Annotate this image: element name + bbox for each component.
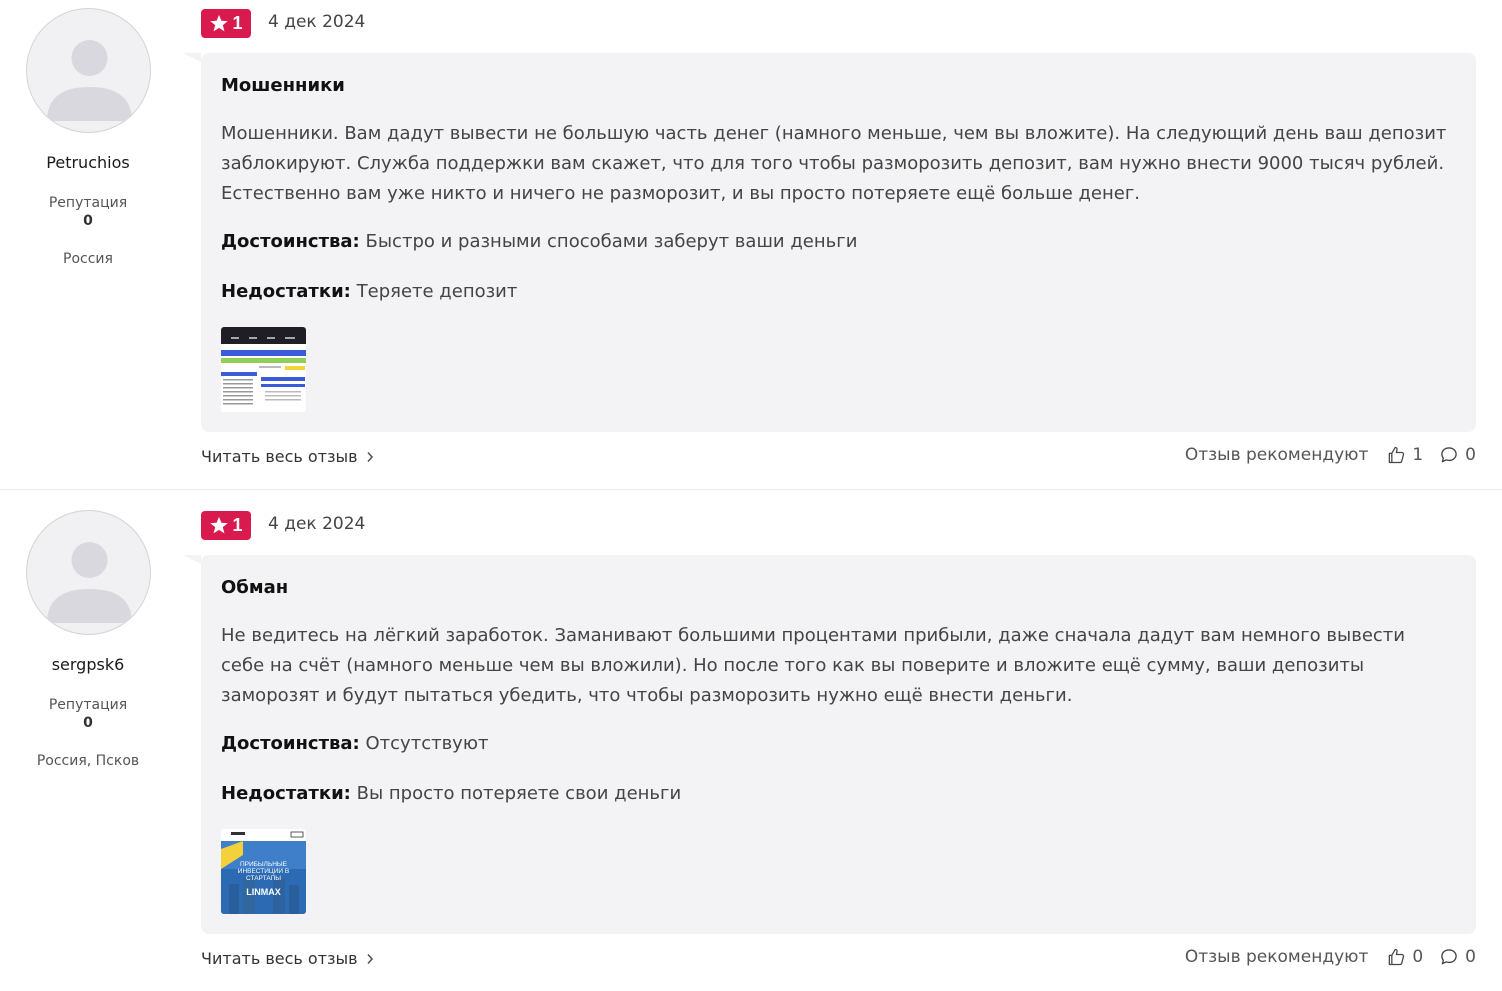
chevron-right-icon: [366, 953, 373, 964]
review-pros: Достоинства: Отсутствуют: [221, 733, 488, 754]
read-more-label: Читать весь отзыв: [201, 447, 358, 466]
pros-label: Достоинства:: [221, 733, 360, 754]
pros-text: Быстро и разными способами заберут ваши …: [365, 231, 858, 252]
avatar[interactable]: [26, 510, 151, 635]
rating-value: 1: [232, 515, 243, 535]
thumbs-up-icon[interactable]: [1386, 947, 1406, 967]
reputation-value: 0: [83, 715, 93, 731]
advert-brand: LINMAX: [246, 887, 281, 897]
review-pros: Достоинства: Быстро и разными способами …: [221, 231, 857, 252]
author-location: Россия, Псков: [36, 753, 140, 769]
star-icon: [210, 14, 229, 32]
recommend-label: Отзыв рекомендуют: [1184, 445, 1369, 465]
reputation-label: Репутация: [48, 195, 128, 211]
review-cons: Недостатки: Теряете депозит: [221, 281, 517, 302]
comment-icon[interactable]: [1439, 947, 1459, 967]
review-text: Не ведитесь на лёгкий заработок. Заманив…: [221, 625, 1405, 706]
comments-count: 0: [1465, 445, 1476, 465]
cons-label: Недостатки:: [221, 783, 351, 804]
pros-label: Достоинства:: [221, 231, 360, 252]
cons-text: Вы просто потеряете свои деньги: [356, 783, 682, 804]
likes-count: 0: [1412, 947, 1424, 967]
review-card: Мошенники Мошенники. Вам дадут вывести н…: [183, 53, 1476, 432]
user-placeholder-icon: [47, 542, 132, 623]
review-card: Обман Не ведитесь на лёгкий заработок. З…: [183, 555, 1476, 934]
review-item: Petruchios Репутация 0 Россия 1 4 дек 20…: [0, 0, 1502, 489]
review-actions: Отзыв рекомендуют 0 0: [1185, 947, 1476, 967]
review-title[interactable]: Обман: [221, 577, 288, 598]
user-placeholder-icon: [47, 40, 132, 121]
reputation-label: Репутация: [48, 697, 128, 713]
read-more-label: Читать весь отзыв: [201, 949, 358, 968]
review-title[interactable]: Мошенники: [221, 75, 345, 96]
rating-badge: 1: [201, 511, 251, 540]
author-location: Россия: [63, 251, 113, 267]
cons-label: Недостатки:: [221, 281, 351, 302]
reputation-value: 0: [83, 213, 93, 229]
comment-icon[interactable]: [1439, 445, 1459, 465]
pros-text: Отсутствуют: [365, 733, 489, 754]
advert-banner-text: ПРИБЫЛЬНЫЕ ИНВЕСТИЦИИ В СТАРТАПЫ LINMAX: [221, 861, 306, 897]
author-name[interactable]: Petruchios: [0, 153, 176, 172]
review-date: 4 дек 2024: [268, 514, 366, 534]
rating-value: 1: [232, 13, 243, 33]
review-text: Мошенники. Вам дадут вывести не большую …: [221, 123, 1447, 204]
likes-count: 1: [1412, 445, 1424, 465]
thumbs-up-icon[interactable]: [1386, 445, 1406, 465]
review-actions: Отзыв рекомендуют 1 0: [1185, 445, 1476, 465]
screenshot-thumbnail-image: [221, 327, 306, 412]
author-name[interactable]: sergpsk6: [0, 655, 176, 674]
review-cons: Недостатки: Вы просто потеряете свои ден…: [221, 783, 681, 804]
cons-text: Теряете депозит: [356, 281, 518, 302]
review-photo-thumbnail[interactable]: ПРИБЫЛЬНЫЕ ИНВЕСТИЦИИ В СТАРТАПЫ LINMAX: [221, 829, 306, 914]
chevron-right-icon: [366, 451, 373, 462]
comments-count: 0: [1465, 947, 1476, 967]
review-item: sergpsk6 Репутация 0 Россия, Псков 1 4 д…: [0, 489, 1502, 991]
read-full-review-link[interactable]: Читать весь отзыв: [201, 447, 374, 466]
read-full-review-link[interactable]: Читать весь отзыв: [201, 949, 374, 968]
review-photo-thumbnail[interactable]: [221, 327, 306, 412]
avatar[interactable]: [26, 8, 151, 133]
rating-badge: 1: [201, 9, 251, 38]
recommend-label: Отзыв рекомендуют: [1184, 947, 1369, 967]
review-date: 4 дек 2024: [268, 12, 366, 32]
star-icon: [210, 516, 229, 534]
